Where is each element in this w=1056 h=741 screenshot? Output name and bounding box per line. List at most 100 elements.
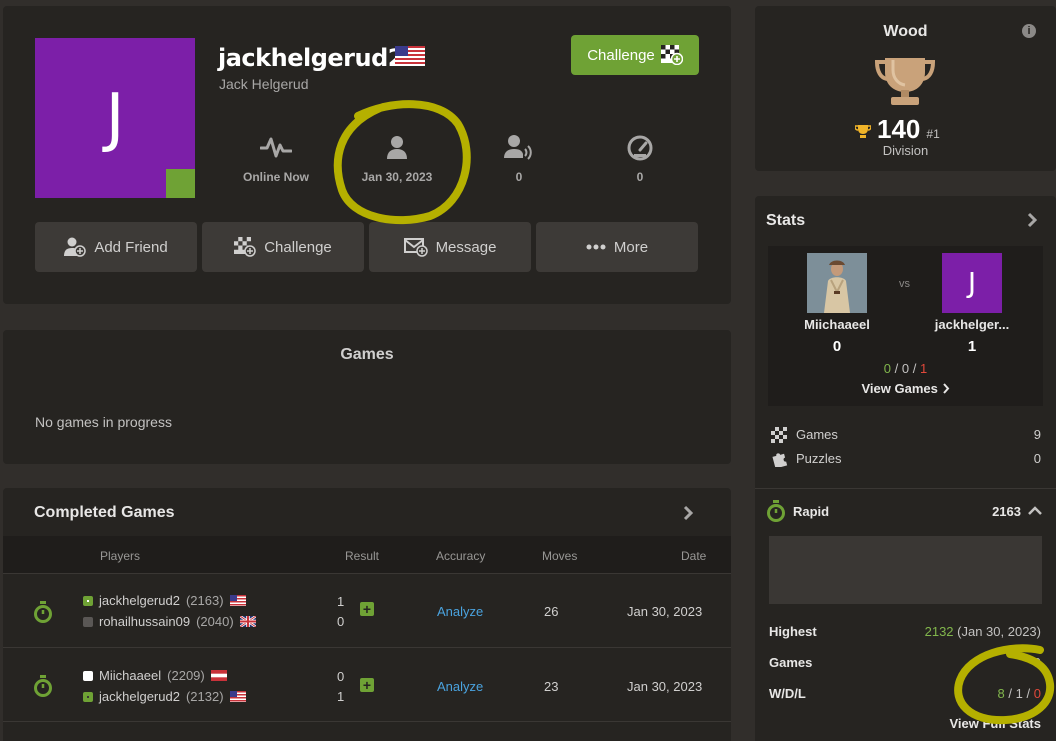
chevron-up-icon[interactable] xyxy=(1027,504,1043,516)
stat-followers: 0 xyxy=(464,134,574,184)
profile-card: J jackhelgerud2 Jack Helgerud Challenge … xyxy=(3,6,731,304)
wdl-losses: 0 xyxy=(1033,686,1041,701)
challenge-icon xyxy=(234,237,256,257)
completed-games-panel: Completed Games Players Result Accuracy … xyxy=(3,488,731,741)
games-value: 9 xyxy=(1033,427,1041,442)
rapid-label: Rapid xyxy=(793,504,830,519)
rapid-stopwatch-icon xyxy=(34,675,52,697)
challenge-action-button[interactable]: Challenge xyxy=(202,222,364,272)
result-white: 0 xyxy=(337,669,345,684)
challenge-button[interactable]: Challenge xyxy=(571,35,699,75)
more-button[interactable]: More xyxy=(536,222,698,272)
white-piece-indicator xyxy=(83,595,93,606)
chevron-right-icon[interactable] xyxy=(1026,212,1038,228)
league-title: Wood xyxy=(883,23,928,40)
speed-dial-icon xyxy=(627,135,653,161)
h2h-wdl: 0 / 0 / 1 xyxy=(768,361,1043,376)
separator: / xyxy=(894,361,899,376)
more-icon xyxy=(586,244,606,250)
stat-views: 0 xyxy=(585,134,695,184)
result-white: 1 xyxy=(337,594,345,609)
header-players: Players xyxy=(100,549,141,563)
games-label: Games xyxy=(796,427,838,442)
profile-avatar[interactable]: J xyxy=(35,38,195,198)
highest-label: Highest xyxy=(769,624,817,639)
divider xyxy=(755,488,1056,489)
message-icon xyxy=(403,238,428,257)
joined-user-icon xyxy=(387,136,407,159)
activity-icon xyxy=(260,137,292,158)
player-white[interactable]: jackhelgerud2 (2163) xyxy=(83,593,246,608)
player-rating: (2132) xyxy=(185,689,224,704)
header-moves: Moves xyxy=(542,549,578,563)
puzzles-value: 0 xyxy=(1033,451,1041,466)
analyze-link[interactable]: Analyze xyxy=(437,604,483,619)
result-black: 0 xyxy=(337,614,345,629)
chevron-right-icon[interactable] xyxy=(682,505,694,521)
jedi-avatar-image xyxy=(807,253,867,313)
black-piece-indicator xyxy=(83,691,93,702)
chessboard-icon xyxy=(771,427,787,443)
info-icon[interactable]: i xyxy=(1022,24,1036,38)
league-points: 140 xyxy=(877,114,921,144)
player-name: jackhelgerud2 xyxy=(99,593,180,608)
win-plus-icon: + xyxy=(360,678,374,692)
stats-panel: Stats vs J Miichaaeel jackhelger... 0 1 … xyxy=(755,196,1056,741)
result-black: 1 xyxy=(337,689,345,704)
stats-title[interactable]: Stats xyxy=(766,212,805,230)
head-to-head: vs J Miichaaeel jackhelger... 0 1 0 / 0 … xyxy=(768,246,1043,406)
add-friend-button[interactable]: Add Friend xyxy=(35,222,197,272)
opponent-avatar[interactable] xyxy=(807,253,867,313)
challenge-action-label: Challenge xyxy=(264,238,332,256)
gold-trophy-icon xyxy=(855,125,871,138)
games-empty-text: No games in progress xyxy=(35,414,172,430)
games-panel: Games No games in progress xyxy=(3,330,731,464)
header-date: Date xyxy=(681,549,707,563)
player-avatar[interactable]: J xyxy=(942,253,1002,313)
player-black[interactable]: rohailhussain09 (2040) xyxy=(83,614,256,629)
rapid-rating: 2163 xyxy=(992,504,1021,519)
rapid-rating-chart xyxy=(769,536,1042,604)
league-position: #1 xyxy=(926,127,940,141)
completed-games-title[interactable]: Completed Games xyxy=(34,504,174,522)
vs-label: vs xyxy=(899,278,910,290)
message-button[interactable]: Message xyxy=(369,222,531,272)
h2h-draws: 0 xyxy=(901,361,910,376)
highest-row: Highest 2132 (Jan 30, 2023) xyxy=(769,624,1041,639)
game-date: Jan 30, 2023 xyxy=(627,679,703,694)
player-score: 1 xyxy=(967,338,977,355)
row-divider xyxy=(3,721,731,722)
challenge-button-label: Challenge xyxy=(587,46,655,64)
wdl-label: W/D/L xyxy=(769,686,806,701)
table-row[interactable]: jackhelgerud2 (2163) rohailhussain09 (20… xyxy=(3,573,731,648)
player-name: rohailhussain09 xyxy=(99,614,191,629)
view-full-stats-link[interactable]: View Full Stats xyxy=(949,716,1041,731)
challenge-board-icon xyxy=(660,45,683,65)
highest-value-wrap: 2132 (Jan 30, 2023) xyxy=(925,624,1041,639)
rapid-stopwatch-icon xyxy=(34,601,52,623)
header-result: Result xyxy=(345,549,380,563)
opponent-score: 0 xyxy=(832,338,842,355)
h2h-wins: 0 xyxy=(883,361,891,376)
analyze-link[interactable]: Analyze xyxy=(437,679,483,694)
player-black[interactable]: jackhelgerud2 (2132) xyxy=(83,689,246,704)
player-name: Miichaaeel xyxy=(99,668,162,683)
stat-joined-label: Jan 30, 2023 xyxy=(361,170,433,184)
username: jackhelgerud2 xyxy=(218,44,404,72)
player-white[interactable]: Miichaaeel (2209) xyxy=(83,668,227,683)
us-flag-icon xyxy=(395,46,425,66)
opponent-name[interactable]: Miichaaeel xyxy=(785,317,889,332)
real-name: Jack Helgerud xyxy=(219,76,309,92)
league-card[interactable]: Wood i 140 #1 Division xyxy=(755,6,1056,171)
player-rating: (2163) xyxy=(185,593,224,608)
highest-value: 2132 xyxy=(924,624,954,639)
win-plus-icon: + xyxy=(360,602,374,616)
stat-online-label: Online Now xyxy=(243,170,309,184)
view-games-link[interactable]: View Games xyxy=(768,381,1043,396)
player-rating: (2209) xyxy=(167,668,205,683)
rapid-games-label: Games xyxy=(769,655,813,670)
add-friend-label: Add Friend xyxy=(94,238,168,256)
player-name[interactable]: jackhelger... xyxy=(928,317,1016,332)
table-row[interactable]: Miichaaeel (2209) jackhelgerud2 (2132) 0… xyxy=(3,647,731,722)
player-name: jackhelgerud2 xyxy=(99,689,180,704)
